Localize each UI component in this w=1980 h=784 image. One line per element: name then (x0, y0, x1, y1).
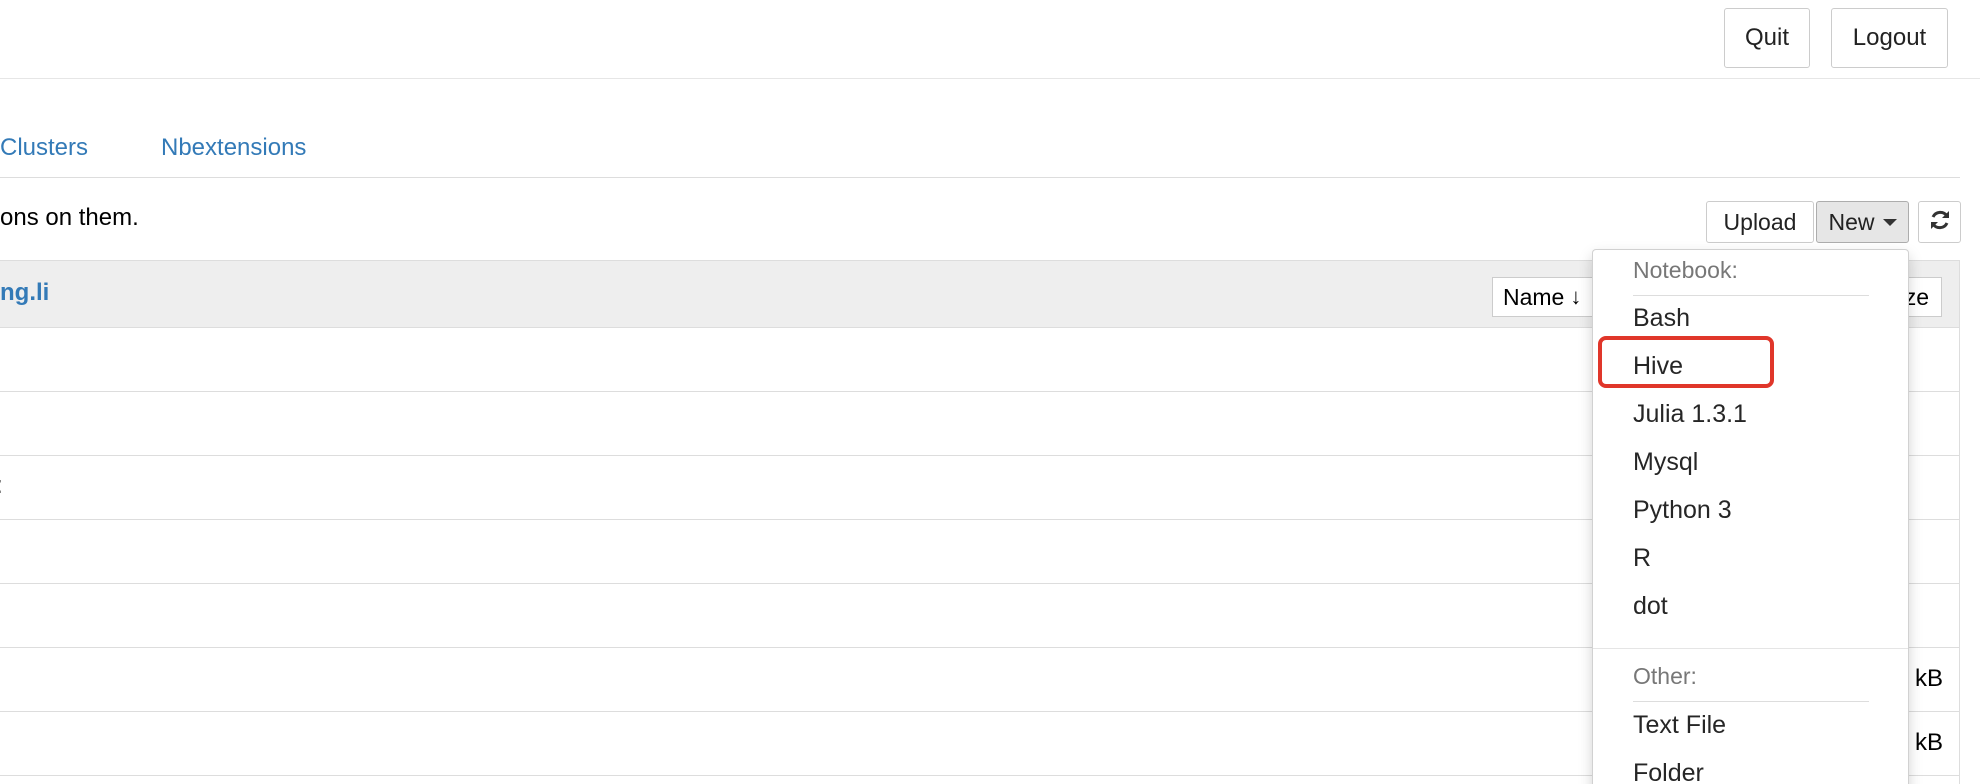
menu-item-dot[interactable]: dot (1633, 592, 1668, 621)
section-underline (1633, 295, 1869, 296)
menu-item-mysql[interactable]: Mysql (1633, 448, 1698, 477)
menu-item-python3[interactable]: Python 3 (1633, 496, 1732, 525)
refresh-button[interactable] (1918, 201, 1961, 243)
new-dropdown-menu: Notebook: Bash Hive Julia 1.3.1 Mysql Py… (1592, 249, 1909, 784)
menu-item-folder[interactable]: Folder (1633, 759, 1704, 784)
new-dropdown-button[interactable]: New (1816, 201, 1909, 243)
logout-button[interactable]: Logout (1831, 8, 1948, 68)
menu-divider (1593, 648, 1908, 649)
row-size: kB (1914, 729, 1943, 756)
tab-bar: Clusters Nbextensions (0, 120, 1960, 178)
arrow-down-icon: ↓ (1570, 284, 1582, 309)
quit-button[interactable]: Quit (1724, 8, 1810, 68)
menu-item-r[interactable]: R (1633, 544, 1651, 573)
menu-item-text-file[interactable]: Text File (1633, 711, 1726, 740)
intro-text: ons on them. (0, 204, 139, 231)
row-prefix: : (0, 472, 3, 500)
sort-name-label: Name (1503, 283, 1565, 310)
tab-clusters[interactable]: Clusters (0, 134, 88, 162)
sort-by-name-button[interactable]: Name ↓ (1492, 277, 1602, 317)
upload-button[interactable]: Upload (1706, 201, 1814, 243)
hive-highlight-box (1598, 336, 1774, 388)
breadcrumb[interactable]: ng.li (0, 279, 49, 307)
new-button-label: New (1828, 208, 1875, 235)
tab-nbextensions[interactable]: Nbextensions (161, 134, 306, 162)
row-size: kB (1914, 665, 1943, 692)
top-header: Quit Logout (0, 0, 1980, 79)
menu-item-julia[interactable]: Julia 1.3.1 (1633, 400, 1747, 429)
refresh-icon (1928, 208, 1952, 237)
notebook-section-header: Notebook: (1633, 257, 1738, 283)
menu-item-bash[interactable]: Bash (1633, 304, 1690, 333)
caret-down-icon (1882, 218, 1897, 226)
other-section-header: Other: (1633, 663, 1697, 689)
section-underline (1633, 701, 1869, 702)
